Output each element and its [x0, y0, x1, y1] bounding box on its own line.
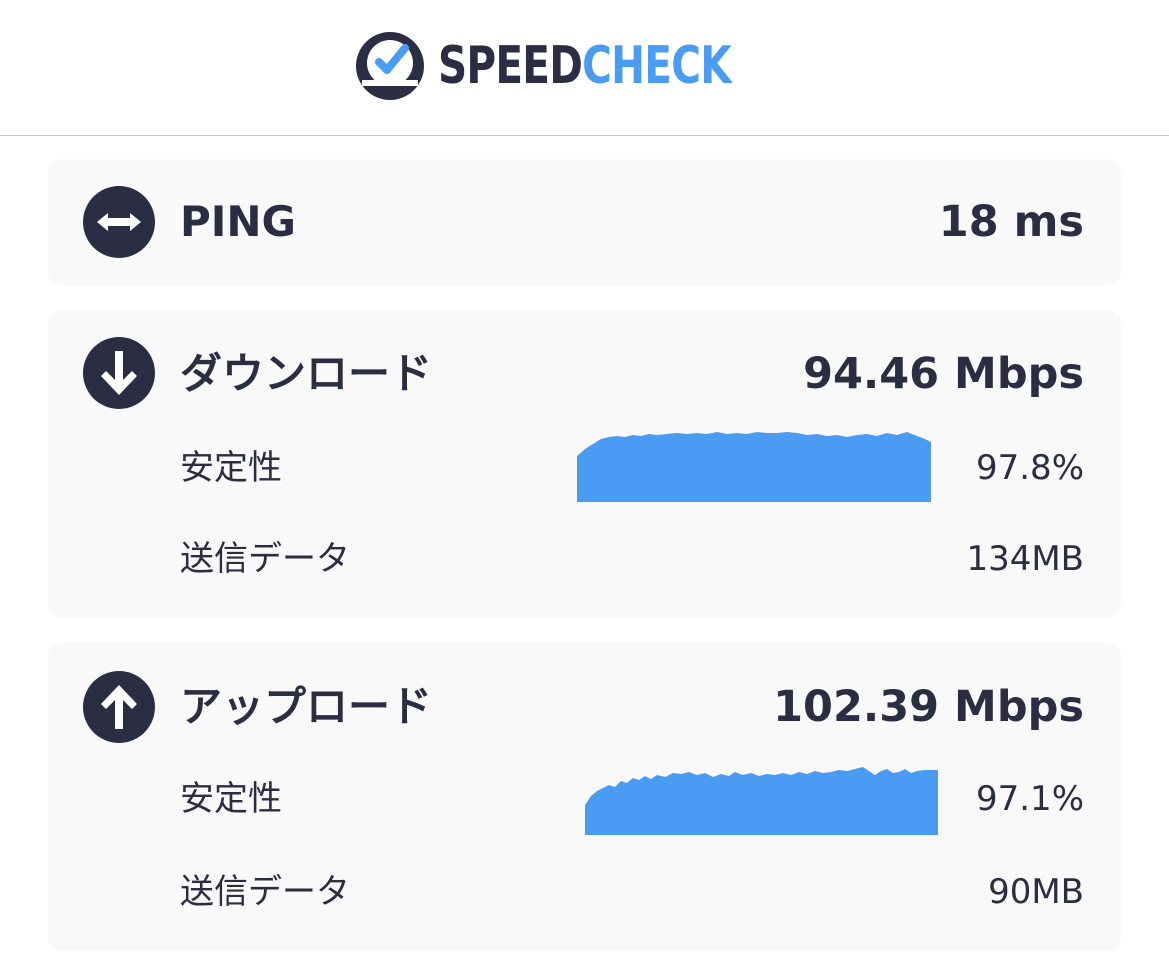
download-stability-area: [577, 432, 931, 502]
brand-check: CHECK: [581, 35, 732, 96]
download-label: ダウンロード: [180, 349, 433, 398]
arrow-down-icon: [83, 337, 155, 409]
upload-label: アップロード: [180, 682, 433, 731]
download-stability-graph: [577, 432, 931, 502]
ping-card: PING 18 ms: [48, 159, 1121, 285]
arrow-up-icon: [83, 671, 155, 743]
upload-data-value: 90MB: [988, 872, 1084, 912]
download-stability-value: 97.8%: [975, 448, 1084, 488]
download-value: 94.46 Mbps: [803, 349, 1084, 399]
download-data-value: 134MB: [966, 539, 1084, 579]
download-card: ダウンロード 94.46 Mbps 安定性 97.8% 送信データ 134MB: [48, 310, 1121, 618]
upload-stability-label: 安定性: [180, 779, 282, 819]
download-stability-label: 安定性: [180, 448, 282, 488]
brand-name: SPEEDCHECK: [438, 36, 734, 96]
upload-stability-graph: [585, 767, 938, 835]
upload-card: アップロード 102.39 Mbps 安定性 97.1% 送信データ 90MB: [48, 643, 1121, 951]
brand-speed: SPEED: [437, 35, 583, 96]
upload-stability-area: [585, 767, 938, 835]
download-data-label: 送信データ: [180, 539, 350, 579]
speedometer-check-icon: [355, 31, 424, 100]
upload-stability-value: 97.1%: [975, 779, 1084, 819]
double-arrow-icon: [83, 186, 155, 258]
app-header: SPEEDCHECK: [0, 0, 1169, 136]
ping-value: 18 ms: [938, 197, 1084, 247]
ping-label: PING: [180, 197, 297, 246]
upload-data-label: 送信データ: [180, 872, 350, 912]
upload-value: 102.39 Mbps: [773, 682, 1084, 732]
speedcheck-logo: SPEEDCHECK: [352, 28, 818, 104]
